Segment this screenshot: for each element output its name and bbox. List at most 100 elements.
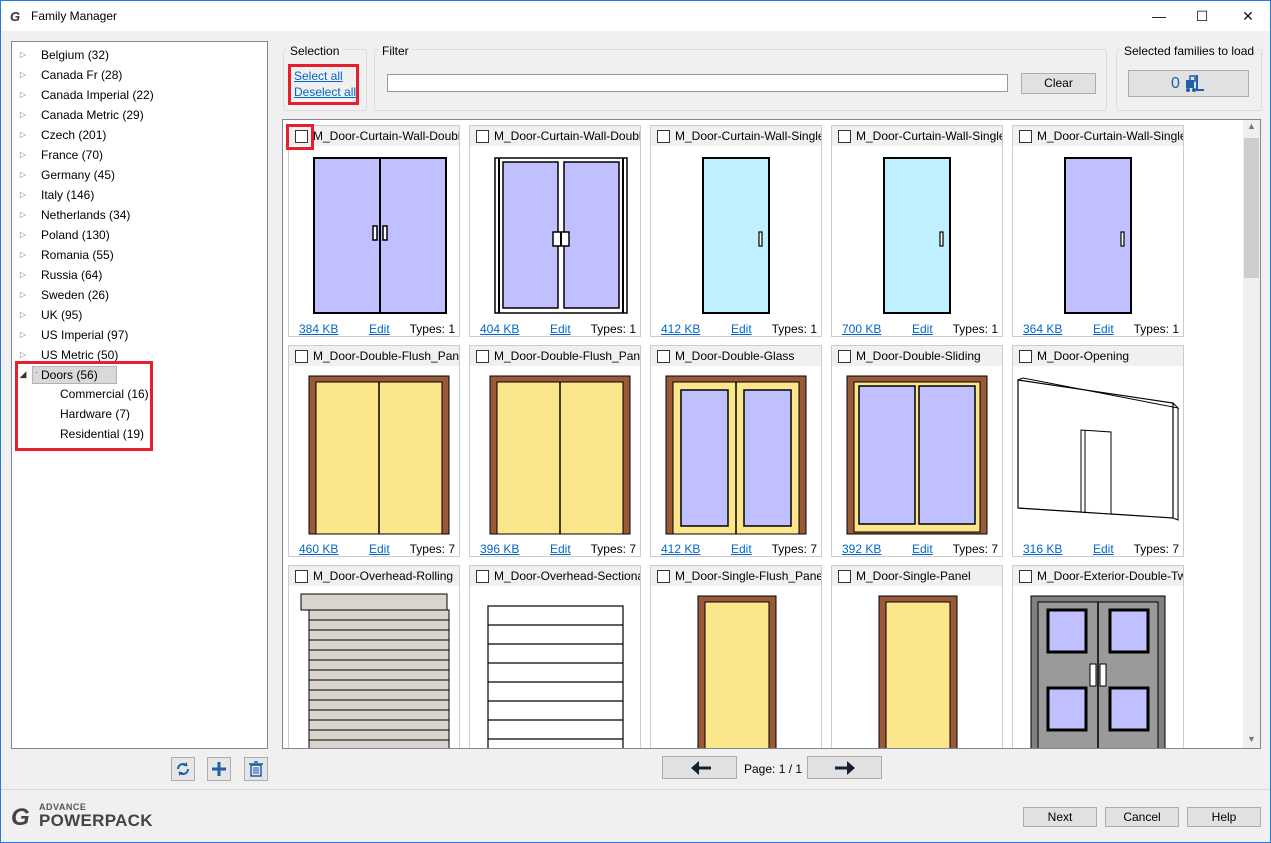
- card-checkbox[interactable]: [476, 570, 489, 583]
- card-checkbox[interactable]: [838, 130, 851, 143]
- card-checkbox[interactable]: [838, 350, 851, 363]
- card-checkbox[interactable]: [295, 570, 308, 583]
- edit-link[interactable]: Edit: [369, 322, 390, 336]
- expand-arrow-icon[interactable]: ▷: [18, 185, 28, 205]
- card-checkbox[interactable]: [1019, 350, 1032, 363]
- card-checkbox[interactable]: [657, 130, 670, 143]
- edit-link[interactable]: Edit: [369, 542, 390, 556]
- file-size-link[interactable]: 412 KB: [661, 322, 700, 336]
- family-card[interactable]: M_Door-Curtain-Wall-Single 364 KB Edit Type…: [1012, 125, 1184, 337]
- help-button[interactable]: Help: [1187, 807, 1261, 827]
- next-page-button[interactable]: [807, 756, 882, 779]
- expand-arrow-icon[interactable]: ▷: [18, 165, 28, 185]
- expand-arrow-icon[interactable]: ▷: [18, 345, 28, 365]
- card-checkbox[interactable]: [1019, 130, 1032, 143]
- tree-item[interactable]: ▷ Russia (64): [12, 265, 252, 285]
- previous-page-button[interactable]: [662, 756, 737, 779]
- tree-item[interactable]: ▷ Canada Imperial (22): [12, 85, 252, 105]
- expand-arrow-icon[interactable]: ▷: [18, 245, 28, 265]
- family-card[interactable]: M_Door-Overhead-Sectional: [469, 565, 641, 748]
- file-size-link[interactable]: 396 KB: [480, 542, 519, 556]
- family-card[interactable]: M_Door-Double-Flush_Panel 396 KB Edit Types…: [469, 345, 641, 557]
- family-card[interactable]: M_Door-Curtain-Wall-Single 700 KB Edit Type…: [831, 125, 1003, 337]
- tree-item[interactable]: ▷ Belgium (32): [12, 45, 252, 65]
- card-checkbox[interactable]: [657, 570, 670, 583]
- maximize-button[interactable]: ☐: [1179, 1, 1225, 31]
- family-card[interactable]: M_Door-Curtain-Wall-Double 404 KB Edit Type…: [469, 125, 641, 337]
- tree-item[interactable]: ▷ Canada Metric (29): [12, 105, 252, 125]
- filter-input[interactable]: [387, 74, 1008, 92]
- file-size-link[interactable]: 460 KB: [299, 542, 338, 556]
- card-checkbox[interactable]: [476, 130, 489, 143]
- edit-link[interactable]: Edit: [1093, 542, 1114, 556]
- tree-item[interactable]: ▷ Netherlands (34): [12, 205, 252, 225]
- edit-link[interactable]: Edit: [731, 542, 752, 556]
- expand-arrow-icon[interactable]: ▷: [18, 145, 28, 165]
- expand-arrow-icon[interactable]: ▷: [18, 225, 28, 245]
- family-card[interactable]: M_Door-Curtain-Wall-Single 412 KB Edit Type…: [650, 125, 822, 337]
- expand-arrow-icon[interactable]: ▷: [18, 265, 28, 285]
- expand-arrow-icon[interactable]: ▷: [18, 85, 28, 105]
- tree-item[interactable]: ▷ Romania (55): [12, 245, 252, 265]
- family-card[interactable]: M_Door-Double-Flush_Panel 460 KB Edit Types…: [288, 345, 460, 557]
- tree-item-commercial[interactable]: Commercial (16): [60, 384, 149, 404]
- edit-link[interactable]: Edit: [1093, 322, 1114, 336]
- edit-link[interactable]: Edit: [912, 542, 933, 556]
- card-checkbox[interactable]: [476, 350, 489, 363]
- family-card[interactable]: M_Door-Overhead-Rolling: [288, 565, 460, 748]
- expand-arrow-icon[interactable]: ▷: [18, 285, 28, 305]
- card-checkbox[interactable]: [838, 570, 851, 583]
- expand-arrow-icon[interactable]: ▷: [18, 325, 28, 345]
- select-all-link[interactable]: Select all: [294, 69, 343, 83]
- tree-item[interactable]: ▷ Germany (45): [12, 165, 252, 185]
- family-card[interactable]: M_Door-Opening 316 KB Edit Types: 7: [1012, 345, 1184, 557]
- file-size-link[interactable]: 392 KB: [842, 542, 881, 556]
- family-card[interactable]: M_Door-Single-Panel: [831, 565, 1003, 748]
- tree-item[interactable]: ▷ Italy (146): [12, 185, 252, 205]
- scroll-up-icon[interactable]: ▲: [1247, 121, 1256, 131]
- edit-link[interactable]: Edit: [731, 322, 752, 336]
- scroll-thumb[interactable]: [1244, 138, 1259, 278]
- family-card[interactable]: M_Door-Double-Glass 412 KB Edit Types: 7: [650, 345, 822, 557]
- file-size-link[interactable]: 364 KB: [1023, 322, 1062, 336]
- expand-arrow-icon[interactable]: ▷: [18, 125, 28, 145]
- file-size-link[interactable]: 412 KB: [661, 542, 700, 556]
- add-button[interactable]: [207, 757, 231, 781]
- expand-arrow-icon[interactable]: ▷: [18, 45, 28, 65]
- family-card[interactable]: M_Door-Exterior-Double-Tw: [1012, 565, 1184, 748]
- minimize-button[interactable]: —: [1136, 1, 1182, 31]
- tree-item[interactable]: ▷ Canada Fr (28): [12, 65, 252, 85]
- refresh-button[interactable]: [171, 757, 195, 781]
- tree-item[interactable]: ▷ Poland (130): [12, 225, 252, 245]
- file-size-link[interactable]: 384 KB: [299, 322, 338, 336]
- scroll-down-icon[interactable]: ▼: [1247, 734, 1256, 744]
- card-checkbox[interactable]: [657, 350, 670, 363]
- tree-item[interactable]: ▷ UK (95): [12, 305, 252, 325]
- tree-item[interactable]: ▷ Czech (201): [12, 125, 252, 145]
- family-card[interactable]: M_Door-Curtain-Wall-Double 384 KB Edit Type…: [288, 125, 460, 337]
- tree-item-hardware[interactable]: Hardware (7): [60, 404, 130, 424]
- cancel-button[interactable]: Cancel: [1105, 807, 1179, 827]
- card-checkbox[interactable]: [295, 350, 308, 363]
- file-size-link[interactable]: 700 KB: [842, 322, 881, 336]
- expand-arrow-icon[interactable]: ▷: [18, 205, 28, 225]
- expand-arrow-icon[interactable]: ▷: [18, 305, 28, 325]
- tree-item-doors[interactable]: · Doors (56): [32, 366, 117, 384]
- tree-item[interactable]: ▷ France (70): [12, 145, 252, 165]
- next-button[interactable]: Next: [1023, 807, 1097, 827]
- file-size-link[interactable]: 404 KB: [480, 322, 519, 336]
- delete-button[interactable]: [244, 757, 268, 781]
- clear-button[interactable]: Clear: [1021, 73, 1096, 94]
- file-size-link[interactable]: 316 KB: [1023, 542, 1062, 556]
- edit-link[interactable]: Edit: [912, 322, 933, 336]
- deselect-all-link[interactable]: Deselect all: [294, 85, 356, 99]
- load-families-button[interactable]: 0: [1128, 70, 1249, 97]
- card-checkbox[interactable]: [295, 130, 308, 143]
- family-card[interactable]: M_Door-Double-Sliding 392 KB Edit Types: 7: [831, 345, 1003, 557]
- expanded-arrow-icon[interactable]: ◢: [18, 364, 28, 384]
- tree-item[interactable]: ▷ Sweden (26): [12, 285, 252, 305]
- expand-arrow-icon[interactable]: ▷: [18, 65, 28, 85]
- tree-item[interactable]: ▷ US Imperial (97): [12, 325, 252, 345]
- vertical-scrollbar[interactable]: ▲ ▼: [1243, 120, 1260, 748]
- tree-item-residential[interactable]: Residential (19): [60, 424, 144, 444]
